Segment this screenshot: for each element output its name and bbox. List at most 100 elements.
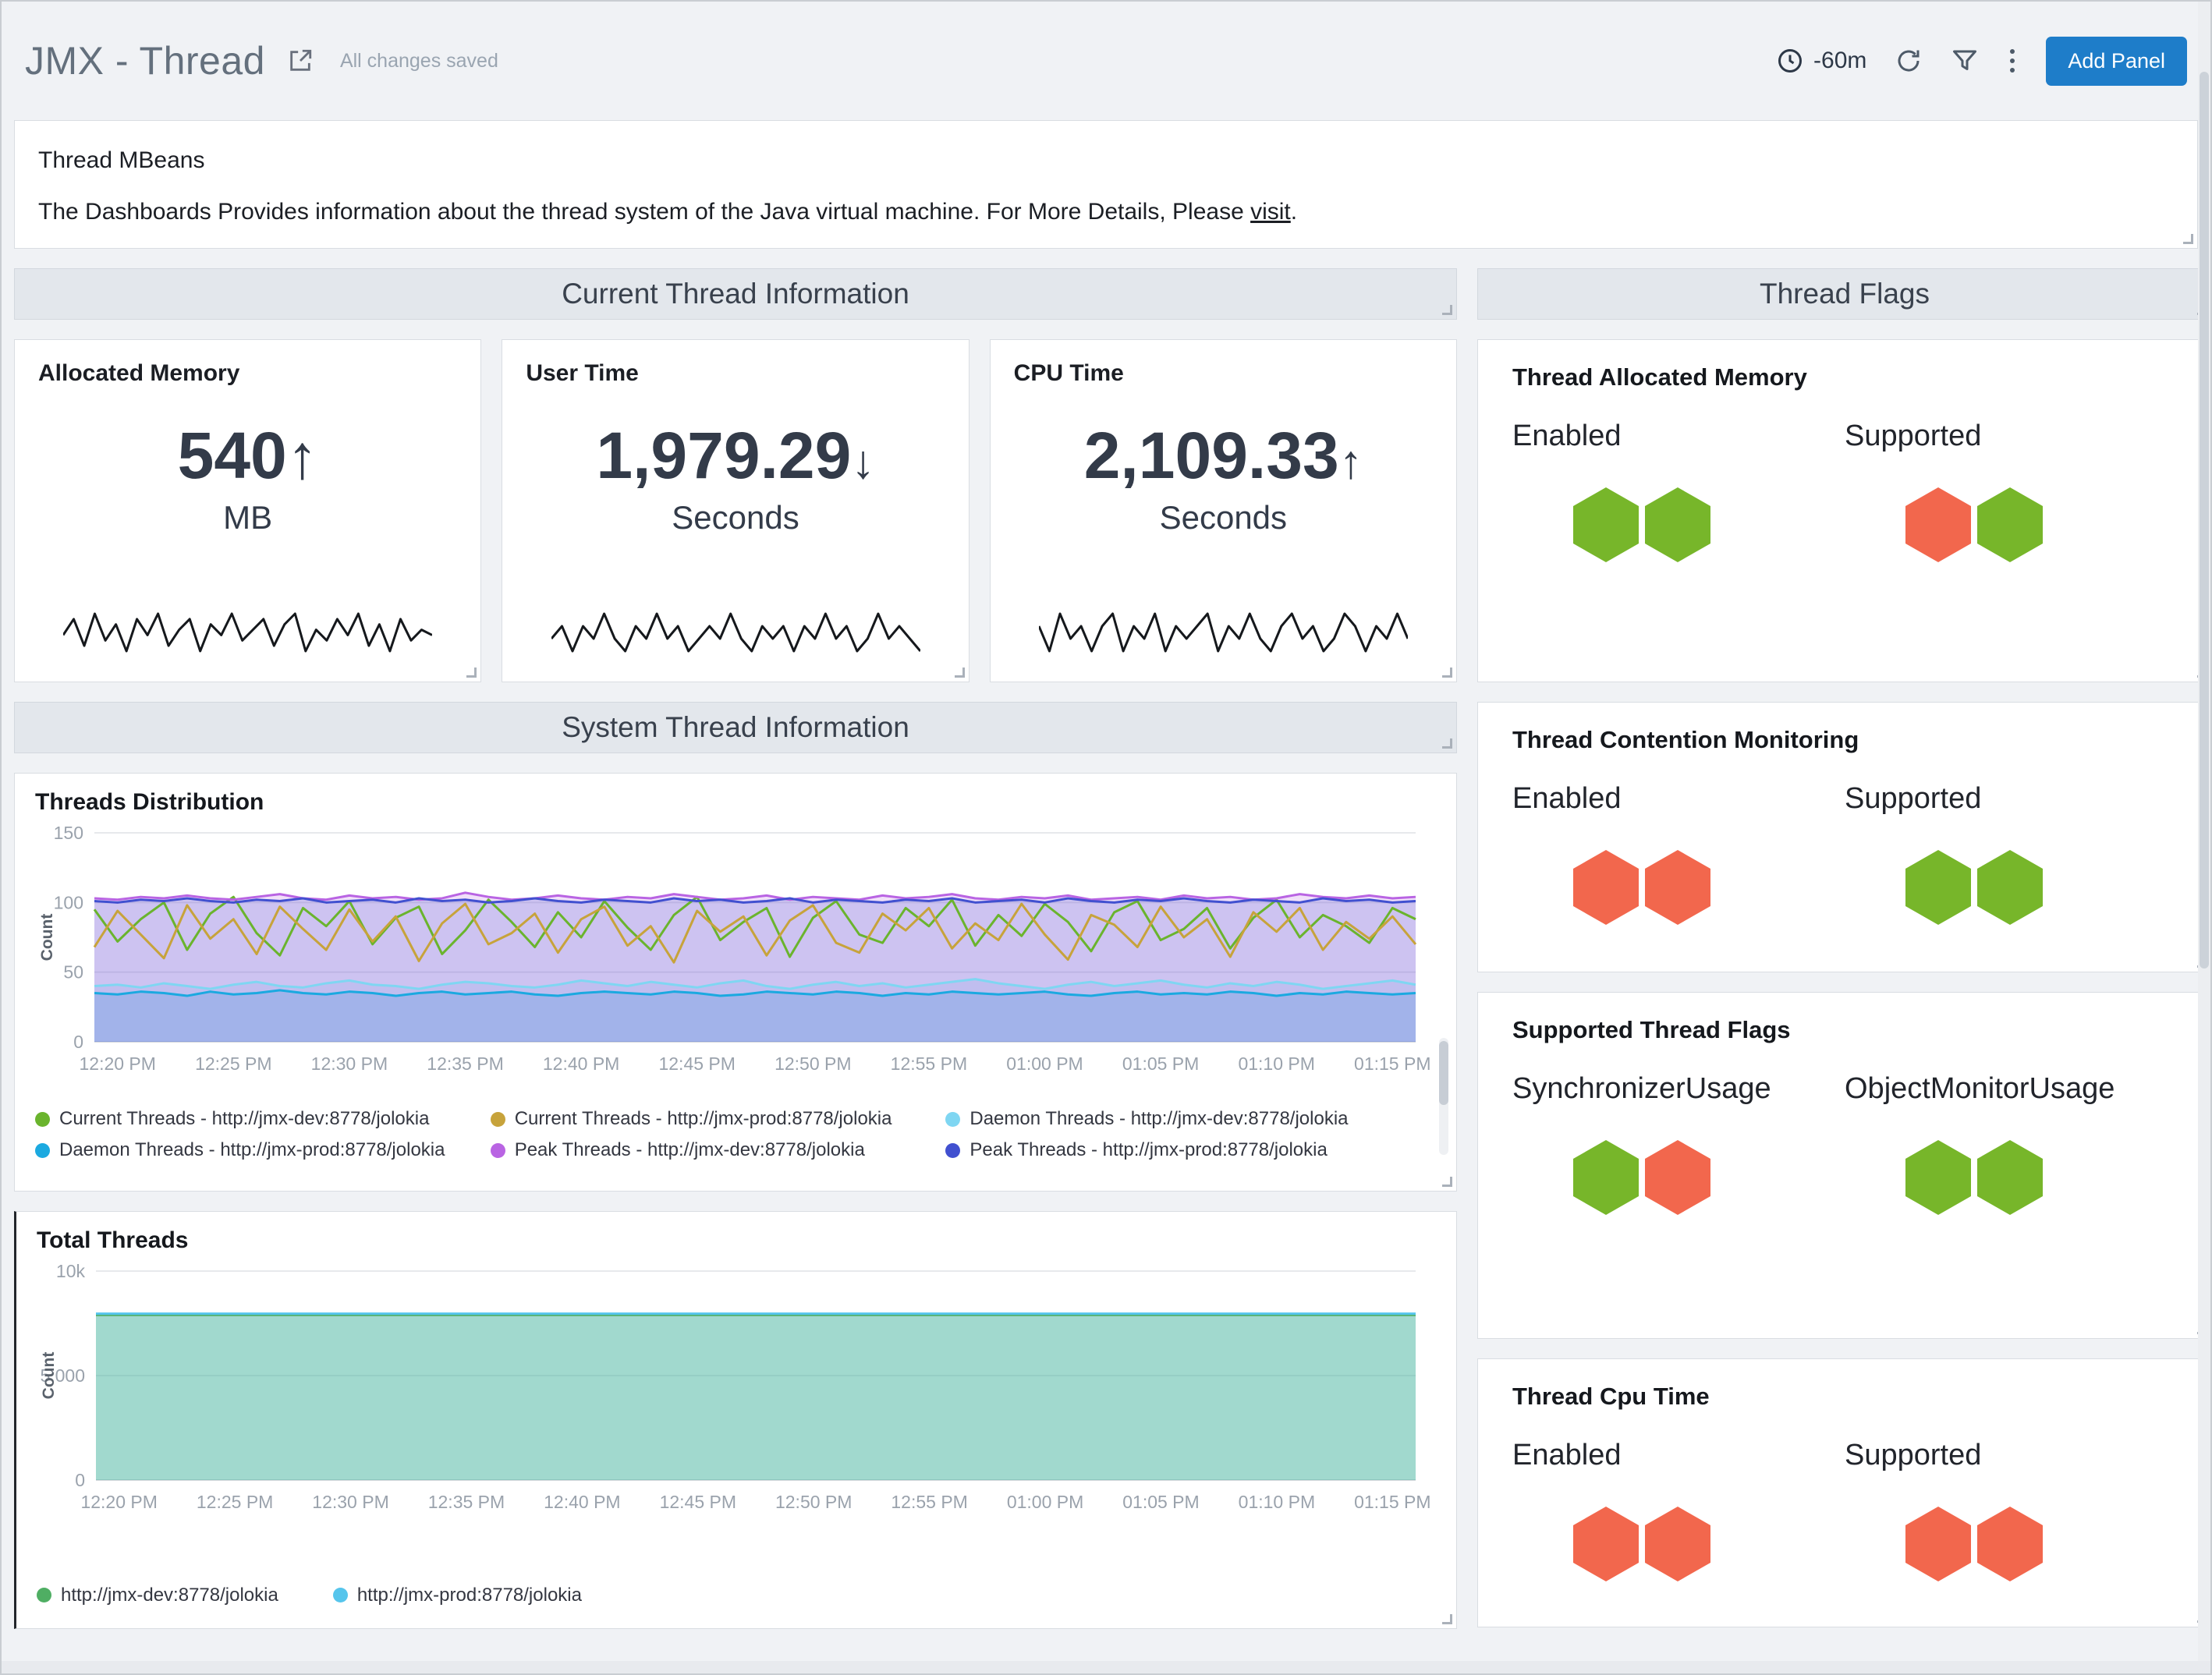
- metric-row: Allocated Memory 540↑ MB User Time 1,979…: [14, 339, 1457, 682]
- legend-item[interactable]: Peak Threads - http://jmx-dev:8778/jolok…: [491, 1139, 946, 1161]
- metric-number: 540: [178, 419, 287, 492]
- chart-legend: Current Threads - http://jmx-dev:8778/jo…: [35, 1108, 1436, 1175]
- legend-color-dot: [491, 1143, 505, 1158]
- status-hexagon-icon: [1977, 1507, 2043, 1581]
- flag-group-label: Enabled: [1512, 782, 1845, 816]
- trend-up-icon: ↑: [287, 422, 318, 491]
- svg-text:12:45 PM: 12:45 PM: [658, 1054, 735, 1074]
- page-horizontal-scrollbar[interactable]: [2, 1661, 2210, 1673]
- legend-label: Peak Threads - http://jmx-dev:8778/jolok…: [515, 1139, 865, 1161]
- hexagon-row: [1905, 487, 2177, 562]
- trend-up-icon: ↑: [1339, 435, 1363, 488]
- legend-item[interactable]: Daemon Threads - http://jmx-dev:8778/jol…: [945, 1108, 1401, 1130]
- status-hexagon-icon: [1977, 487, 2043, 562]
- metric-sparkline: [63, 610, 432, 655]
- legend-color-dot: [945, 1112, 960, 1127]
- status-hexagon-icon: [1573, 850, 1639, 925]
- panel-resize-handle[interactable]: [466, 668, 477, 678]
- metric-value: 1,979.29↓: [526, 423, 945, 488]
- status-hexagon-icon: [1573, 487, 1639, 562]
- legend-color-dot: [945, 1143, 960, 1158]
- visit-link[interactable]: visit: [1250, 199, 1291, 225]
- trend-down-icon: ↓: [851, 435, 874, 488]
- status-hexagon-icon: [1573, 1507, 1639, 1581]
- legend-item[interactable]: Daemon Threads - http://jmx-prod:8778/jo…: [35, 1139, 491, 1161]
- status-hexagon-icon: [1645, 1507, 1710, 1581]
- hexagon-row: [1905, 1507, 2177, 1581]
- svg-text:12:35 PM: 12:35 PM: [427, 1054, 503, 1074]
- legend-color-dot: [333, 1588, 348, 1602]
- status-hexagon-icon: [1977, 850, 2043, 925]
- flag-group-label: Supported: [1845, 1439, 2177, 1472]
- metric-number: 2,109.33: [1084, 419, 1339, 492]
- panel-resize-handle[interactable]: [1442, 1614, 1452, 1624]
- flag-group: ObjectMonitorUsage: [1845, 1072, 2177, 1215]
- thread-cpu-time-panel: Thread Cpu Time EnabledSupported: [1477, 1358, 2212, 1627]
- section-title: Thread Flags: [1760, 278, 1930, 310]
- metric-value: 540↑: [38, 423, 457, 488]
- panel-resize-handle[interactable]: [955, 668, 965, 678]
- mbeans-description: The Dashboards Provides information abou…: [38, 199, 2174, 225]
- svg-text:12:25 PM: 12:25 PM: [195, 1054, 271, 1074]
- panel-resize-handle[interactable]: [1442, 1177, 1452, 1187]
- metric-title: User Time: [526, 360, 945, 387]
- page-vertical-scrollbar[interactable]: [2198, 2, 2210, 1673]
- status-hexagon-icon: [1905, 1140, 1971, 1215]
- status-hexagon-icon: [1905, 1507, 1971, 1581]
- legend-scrollbar[interactable]: [1439, 1038, 1448, 1155]
- legend-item[interactable]: Peak Threads - http://jmx-prod:8778/jolo…: [945, 1139, 1401, 1161]
- legend-label: Peak Threads - http://jmx-prod:8778/jolo…: [970, 1139, 1327, 1161]
- svg-text:Count: Count: [38, 914, 56, 961]
- flag-group: Supported: [1845, 1439, 2177, 1581]
- kebab-menu-icon[interactable]: [2007, 47, 2018, 75]
- panel-resize-handle[interactable]: [1442, 305, 1452, 315]
- svg-text:12:20 PM: 12:20 PM: [80, 1492, 157, 1512]
- share-icon[interactable]: [287, 48, 314, 74]
- flag-group-label: Supported: [1845, 420, 2177, 453]
- panel-resize-handle[interactable]: [2183, 234, 2193, 244]
- legend-item[interactable]: Current Threads - http://jmx-dev:8778/jo…: [35, 1108, 491, 1130]
- mbeans-text: The Dashboards Provides information abou…: [38, 199, 1250, 225]
- legend-scrollbar-thumb[interactable]: [1439, 1041, 1448, 1105]
- refresh-icon[interactable]: [1895, 47, 1923, 75]
- flag-groups: EnabledSupported: [1512, 782, 2177, 925]
- panel-resize-handle[interactable]: [1442, 738, 1452, 749]
- svg-text:01:15 PM: 01:15 PM: [1354, 1054, 1430, 1074]
- svg-text:0: 0: [75, 1470, 85, 1490]
- status-hexagon-icon: [1977, 1140, 2043, 1215]
- metric-sparkline: [551, 610, 920, 655]
- time-range-label: -60m: [1813, 48, 1866, 74]
- legend-item[interactable]: http://jmx-prod:8778/jolokia: [333, 1585, 582, 1606]
- svg-text:12:50 PM: 12:50 PM: [775, 1054, 851, 1074]
- dashboard: JMX - Thread All changes saved -60m: [0, 0, 2212, 1675]
- legend-label: http://jmx-dev:8778/jolokia: [61, 1585, 278, 1606]
- panel-resize-handle[interactable]: [1442, 668, 1452, 678]
- status-hexagon-icon: [1573, 1140, 1639, 1215]
- legend-item[interactable]: Current Threads - http://jmx-prod:8778/j…: [491, 1108, 946, 1130]
- legend-item[interactable]: http://jmx-dev:8778/jolokia: [37, 1585, 278, 1606]
- add-panel-button[interactable]: Add Panel: [2046, 37, 2187, 86]
- legend-label: Current Threads - http://jmx-prod:8778/j…: [515, 1108, 892, 1130]
- total-threads-panel: Total Threads 05,00010k12:20 PM12:25 PM1…: [14, 1211, 1457, 1629]
- hexagon-row: [1573, 850, 1845, 925]
- svg-text:01:10 PM: 01:10 PM: [1239, 1492, 1315, 1512]
- thread-allocated-memory-panel: Thread Allocated Memory EnabledSupported: [1477, 339, 2212, 682]
- cpu-time-metric-panel: CPU Time 2,109.33↑ Seconds: [990, 339, 1457, 682]
- legend-label: http://jmx-prod:8778/jolokia: [357, 1585, 582, 1606]
- svg-text:0: 0: [73, 1032, 83, 1052]
- legend-color-dot: [37, 1588, 51, 1602]
- threads-distribution-chart: 05010015012:20 PM12:25 PM12:30 PM12:35 P…: [35, 820, 1436, 1078]
- hexagon-row: [1573, 1507, 1845, 1581]
- filter-icon[interactable]: [1951, 47, 1979, 75]
- user-time-metric-panel: User Time 1,979.29↓ Seconds: [502, 339, 969, 682]
- time-picker[interactable]: -60m: [1776, 47, 1866, 75]
- flag-group: Enabled: [1512, 782, 1845, 925]
- legend-label: Daemon Threads - http://jmx-prod:8778/jo…: [59, 1139, 445, 1161]
- svg-text:01:00 PM: 01:00 PM: [1006, 1054, 1083, 1074]
- svg-text:50: 50: [63, 962, 83, 983]
- svg-text:12:40 PM: 12:40 PM: [544, 1492, 620, 1512]
- scrollbar-thumb[interactable]: [2200, 72, 2209, 969]
- flag-group: Enabled: [1512, 420, 1845, 562]
- section-title: Current Thread Information: [562, 278, 909, 310]
- svg-text:Count: Count: [40, 1352, 58, 1400]
